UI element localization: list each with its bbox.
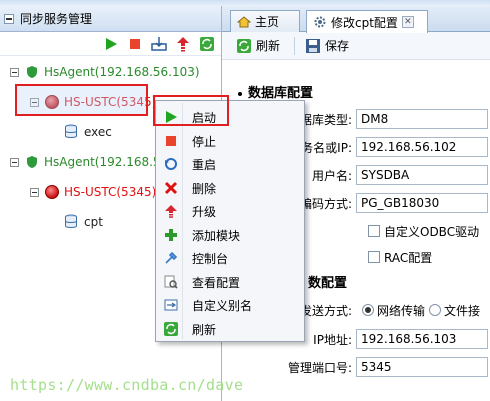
service-ip-input[interactable]: 192.168.56.102 [356, 137, 488, 157]
db-config-heading: 数据库配置 [238, 82, 313, 101]
encoding-select[interactable]: PG_GB18030 [356, 193, 488, 213]
gear-icon [314, 16, 326, 28]
agent-label: HsAgent(192.168.56.103) [44, 65, 200, 79]
field-label: 管理端口号: [287, 360, 352, 375]
menu-item-label: 升级 [192, 204, 217, 219]
refresh-icon[interactable] [199, 36, 215, 52]
collapse-icon[interactable] [10, 67, 19, 77]
odbc-checkbox[interactable] [368, 225, 380, 237]
rac-label: RAC配置 [384, 250, 433, 265]
panel-title: 同步服务管理 [20, 12, 93, 26]
alias-icon [163, 297, 179, 313]
menu-item-refresh[interactable]: 刷新 [158, 318, 302, 340]
selection-highlight [15, 84, 148, 116]
menu-item-upgrade[interactable]: 升级 [158, 200, 302, 222]
db-type-select[interactable]: DM8 [356, 109, 488, 129]
rac-checkbox[interactable] [368, 251, 380, 263]
ip-address-input[interactable]: 192.168.56.103 [356, 329, 488, 349]
collapse-panel-icon[interactable] [4, 13, 14, 24]
menu-highlight-box [153, 95, 229, 126]
collapse-icon[interactable] [10, 157, 19, 167]
menu-item-label: 删除 [192, 181, 217, 196]
tree-node-module[interactable]: cpt [64, 212, 103, 232]
upload-icon[interactable] [175, 36, 191, 52]
username-input[interactable]: SYSDBA [356, 165, 488, 185]
tab-home[interactable]: 主页 [230, 10, 300, 32]
add-icon [163, 227, 179, 243]
bullet-icon [238, 91, 242, 96]
refresh-icon [237, 38, 251, 53]
instance-label: HS-USTC(5345) [64, 185, 157, 199]
tab-edit-cpt-config[interactable]: 修改cpt配置 ✕ [306, 10, 428, 33]
tab-bar: 主页 修改cpt配置 ✕ [222, 6, 490, 33]
instance-stopped-icon [45, 185, 59, 199]
radio-network-label: 网络传输 [377, 303, 426, 318]
panel-header: 同步服务管理 [0, 6, 221, 32]
odbc-checkbox-row[interactable]: 自定义ODBC驱动 [368, 220, 479, 242]
refresh-label: 刷新 [256, 39, 281, 53]
field-mgmt-port: 管理端口号: 5345 [222, 356, 488, 378]
menu-item-label: 控制台 [192, 251, 229, 266]
menu-item-add-module[interactable]: 添加模块 [158, 224, 302, 246]
deploy-icon[interactable] [151, 36, 167, 52]
save-button[interactable]: 保存 [305, 37, 349, 54]
tree-node-module[interactable]: exec [64, 122, 112, 142]
menu-item-label: 添加模块 [192, 228, 241, 243]
tree-node-agent[interactable]: HsAgent(192.168.56.103) [10, 62, 200, 82]
upgrade-icon [163, 203, 179, 219]
shield-icon [27, 156, 37, 168]
radio-network[interactable] [362, 304, 374, 316]
section-title-text: 数配置 [308, 276, 348, 291]
network-config-heading: 数配置 [308, 272, 347, 291]
tree-node-instance[interactable]: HS-USTC(5345) [30, 182, 156, 202]
play-icon[interactable] [103, 36, 119, 52]
odbc-label: 自定义ODBC驱动 [384, 224, 480, 239]
stop-icon[interactable] [127, 36, 143, 52]
tree-node-agent[interactable]: HsAgent(192.168.56 [10, 152, 168, 172]
menu-item-label: 刷新 [192, 322, 217, 337]
console-icon [163, 250, 179, 266]
menu-item-label: 停止 [192, 134, 217, 149]
tab-label: 主页 [255, 15, 280, 29]
database-icon [65, 214, 77, 228]
delete-icon [163, 180, 179, 196]
tab-label: 修改cpt配置 [331, 15, 398, 30]
module-label: cpt [84, 215, 103, 229]
view-config-icon [163, 274, 179, 290]
watermark: https://www.cndba.cn/dave [10, 376, 244, 394]
refresh-icon [163, 321, 179, 337]
shield-icon [27, 66, 37, 78]
close-tab-icon[interactable]: ✕ [401, 16, 414, 28]
menu-item-restart[interactable]: 重启 [158, 153, 302, 175]
radio-file[interactable] [429, 304, 442, 316]
save-icon [306, 38, 321, 53]
collapse-icon[interactable] [30, 187, 39, 197]
menu-item-stop[interactable]: 停止 [158, 130, 302, 152]
restart-icon [163, 156, 179, 172]
mgmt-port-input[interactable]: 5345 [356, 357, 488, 377]
menu-item-label: 查看配置 [192, 275, 241, 290]
section-title-text: 数据库配置 [248, 86, 314, 101]
menu-item-label: 重启 [192, 157, 217, 172]
tree-toolbar [0, 32, 221, 56]
rac-checkbox-row[interactable]: RAC配置 [368, 246, 432, 268]
menu-item-custom-alias[interactable]: 自定义别名 [158, 294, 302, 316]
config-toolbar: 刷新 保存 [222, 32, 490, 60]
home-icon [237, 15, 251, 27]
toolbar-divider [294, 36, 296, 55]
module-label: exec [84, 125, 112, 139]
menu-item-delete[interactable]: 删除 [158, 177, 302, 199]
database-icon [65, 124, 77, 138]
save-label: 保存 [325, 39, 350, 53]
menu-item-label: 自定义别名 [192, 298, 253, 313]
menu-item-console[interactable]: 控制台 [158, 247, 302, 269]
radio-file-label: 文件接 [444, 303, 481, 318]
stop-icon [163, 133, 179, 149]
agent-label: HsAgent(192.168.56 [44, 155, 169, 169]
refresh-button[interactable]: 刷新 [236, 37, 280, 54]
context-menu: 启动 停止 重启 删除 升级 添加模块 控制台 查看配置 自定义别名 刷新 [155, 100, 305, 342]
menu-item-view-config[interactable]: 查看配置 [158, 271, 302, 293]
